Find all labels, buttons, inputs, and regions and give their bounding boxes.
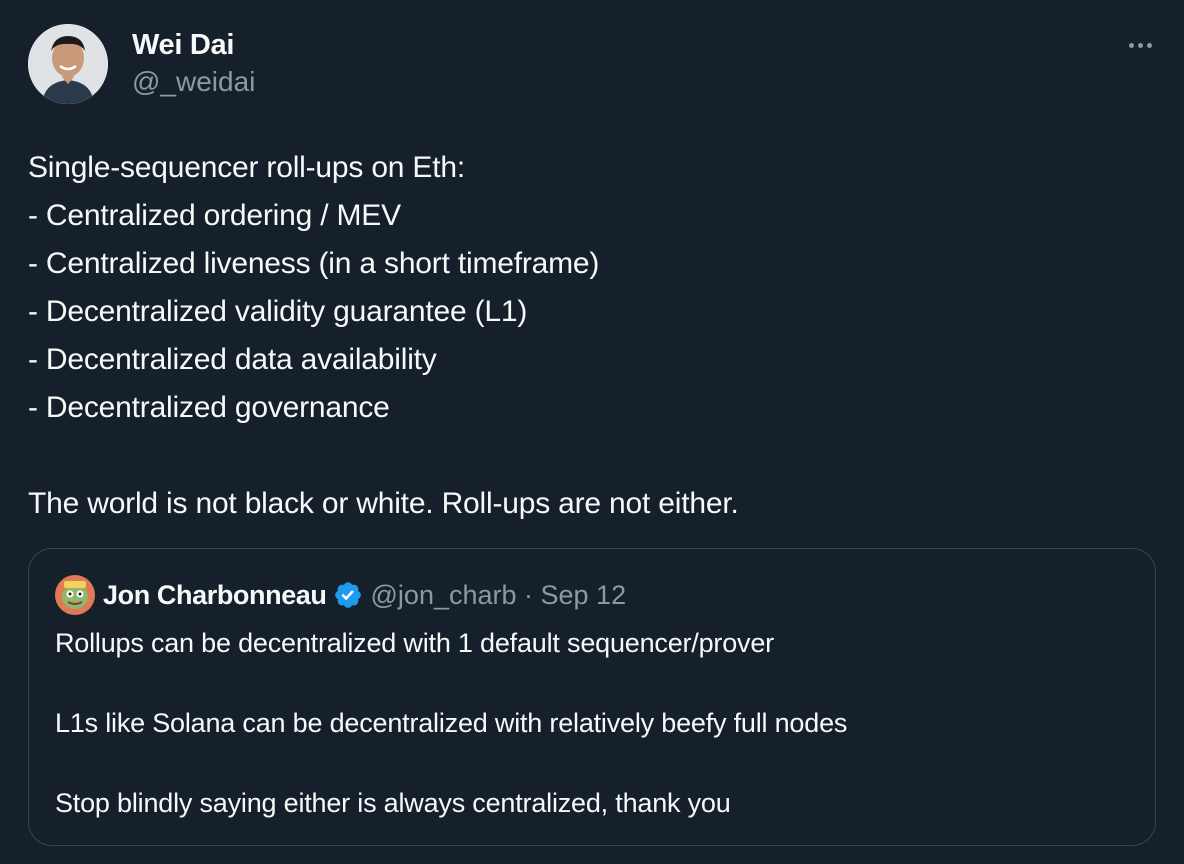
quoted-line: L1s like Solana can be decentralized wit… [55,708,848,738]
tweet-line: The world is not black or white. Roll-up… [28,487,739,520]
quoted-author-display-name[interactable]: Jon Charbonneau [103,580,327,611]
tweet-header: Wei Dai @_weidai [28,24,1160,106]
quoted-tweet-header: Jon Charbonneau @jon_charb · Sep 12 [55,575,626,615]
author-avatar[interactable] [28,24,108,104]
tweet-text: Single-sequencer roll-ups on Eth: - Cent… [28,144,1148,528]
tweet-line: - Centralized ordering / MEV [28,199,401,232]
tweet-card: Wei Dai @_weidai Single-sequencer roll-u… [0,0,1184,864]
author-avatar-image [28,24,108,104]
quoted-line: Rollups can be decentralized with 1 defa… [55,628,774,658]
tweet-line: - Centralized liveness (in a short timef… [28,247,600,280]
author-names: Wei Dai @_weidai [132,28,255,102]
quoted-tweet-text: Rollups can be decentralized with 1 defa… [55,623,1135,823]
author-handle[interactable]: @_weidai [132,62,255,102]
quoted-author-avatar[interactable] [55,575,95,615]
more-options-icon[interactable] [1120,30,1160,60]
tweet-line: Single-sequencer roll-ups on Eth: [28,151,465,184]
tweet-line: - Decentralized data availability [28,343,437,376]
more-dot [1146,42,1152,48]
tweet-line: - Decentralized validity guarantee (L1) [28,295,528,328]
tweet-line: - Decentralized governance [28,391,390,424]
quoted-avatar-image [55,575,95,615]
quoted-tweet[interactable]: Jon Charbonneau @jon_charb · Sep 12 Roll… [28,548,1156,846]
verified-badge-icon [334,582,361,608]
author-display-name[interactable]: Wei Dai [132,28,255,62]
quoted-tweet-meta[interactable]: @jon_charb · Sep 12 [371,580,627,611]
quoted-line: Stop blindly saying either is always cen… [55,788,731,818]
more-dot [1137,42,1143,48]
more-dot [1128,42,1134,48]
